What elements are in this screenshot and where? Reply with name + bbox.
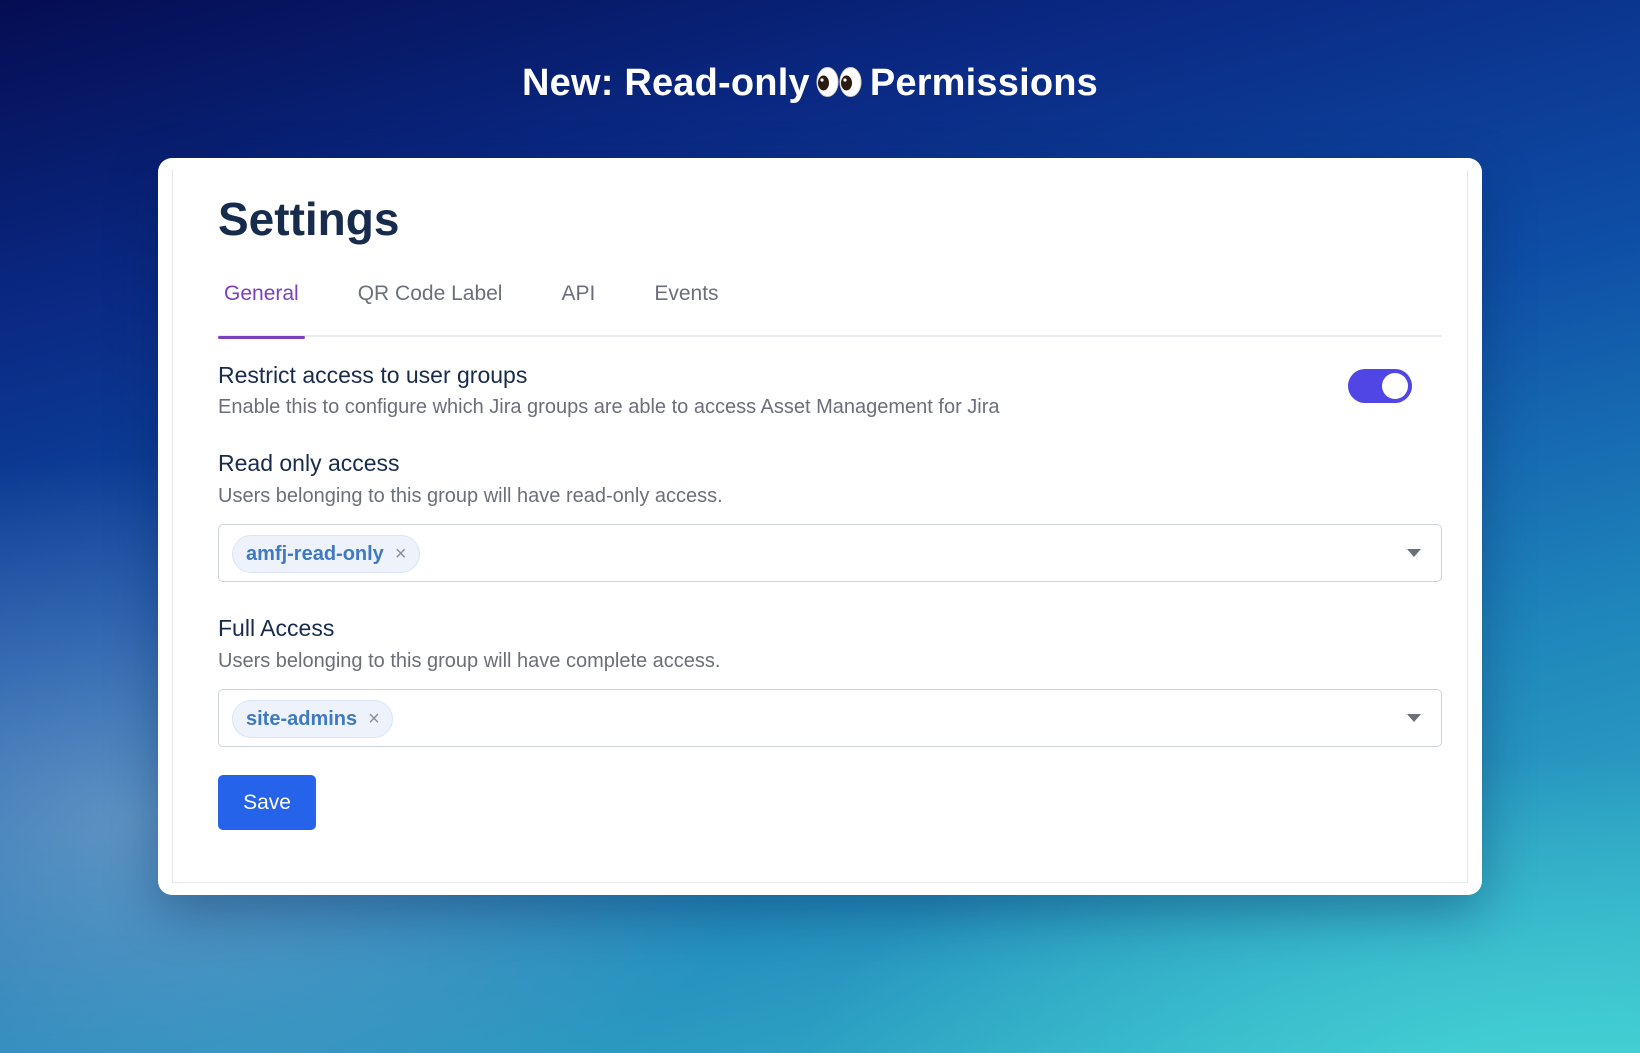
chip-label: site-admins xyxy=(246,707,358,730)
headline-text-after: Permissions xyxy=(869,62,1099,104)
toggle-knob xyxy=(1382,373,1408,399)
restrict-access-title: Restrict access to user groups xyxy=(218,362,528,388)
eyes-icon xyxy=(816,65,862,97)
full-access-title: Full Access xyxy=(218,615,335,641)
settings-card: Settings General QR Code Label API Event… xyxy=(158,158,1482,895)
tab-general[interactable]: General xyxy=(218,270,305,339)
save-button[interactable]: Save xyxy=(218,775,316,830)
headline-text-before: New: Read-only xyxy=(521,62,810,104)
remove-chip-icon[interactable]: × xyxy=(395,544,407,564)
full-access-description: Users belonging to this group will have … xyxy=(218,650,721,672)
chevron-down-icon[interactable] xyxy=(1407,714,1421,722)
read-only-access-description: Users belonging to this group will have … xyxy=(218,485,723,507)
full-access-group-select[interactable]: site-admins × xyxy=(218,689,1442,747)
chip-label: amfj-read-only xyxy=(246,542,384,565)
settings-panel: Settings General QR Code Label API Event… xyxy=(172,170,1468,883)
chevron-down-icon[interactable] xyxy=(1407,549,1421,557)
group-chip-site-admins: site-admins × xyxy=(232,700,393,738)
restrict-access-description: Enable this to configure which Jira grou… xyxy=(218,396,1000,418)
settings-tabs: General QR Code Label API Events xyxy=(218,270,1442,339)
remove-chip-icon[interactable]: × xyxy=(368,709,380,729)
group-chip-amfj-read-only: amfj-read-only × xyxy=(232,535,420,573)
tab-qr-code-label[interactable]: QR Code Label xyxy=(352,270,509,337)
read-only-group-select[interactable]: amfj-read-only × xyxy=(218,524,1442,582)
page-title: Settings xyxy=(218,193,400,245)
restrict-access-toggle[interactable] xyxy=(1348,369,1412,403)
page-headline: New: Read-only Permissions xyxy=(0,62,1620,105)
read-only-access-title: Read only access xyxy=(218,450,400,476)
tab-events[interactable]: Events xyxy=(648,270,724,337)
tab-api[interactable]: API xyxy=(555,270,601,337)
